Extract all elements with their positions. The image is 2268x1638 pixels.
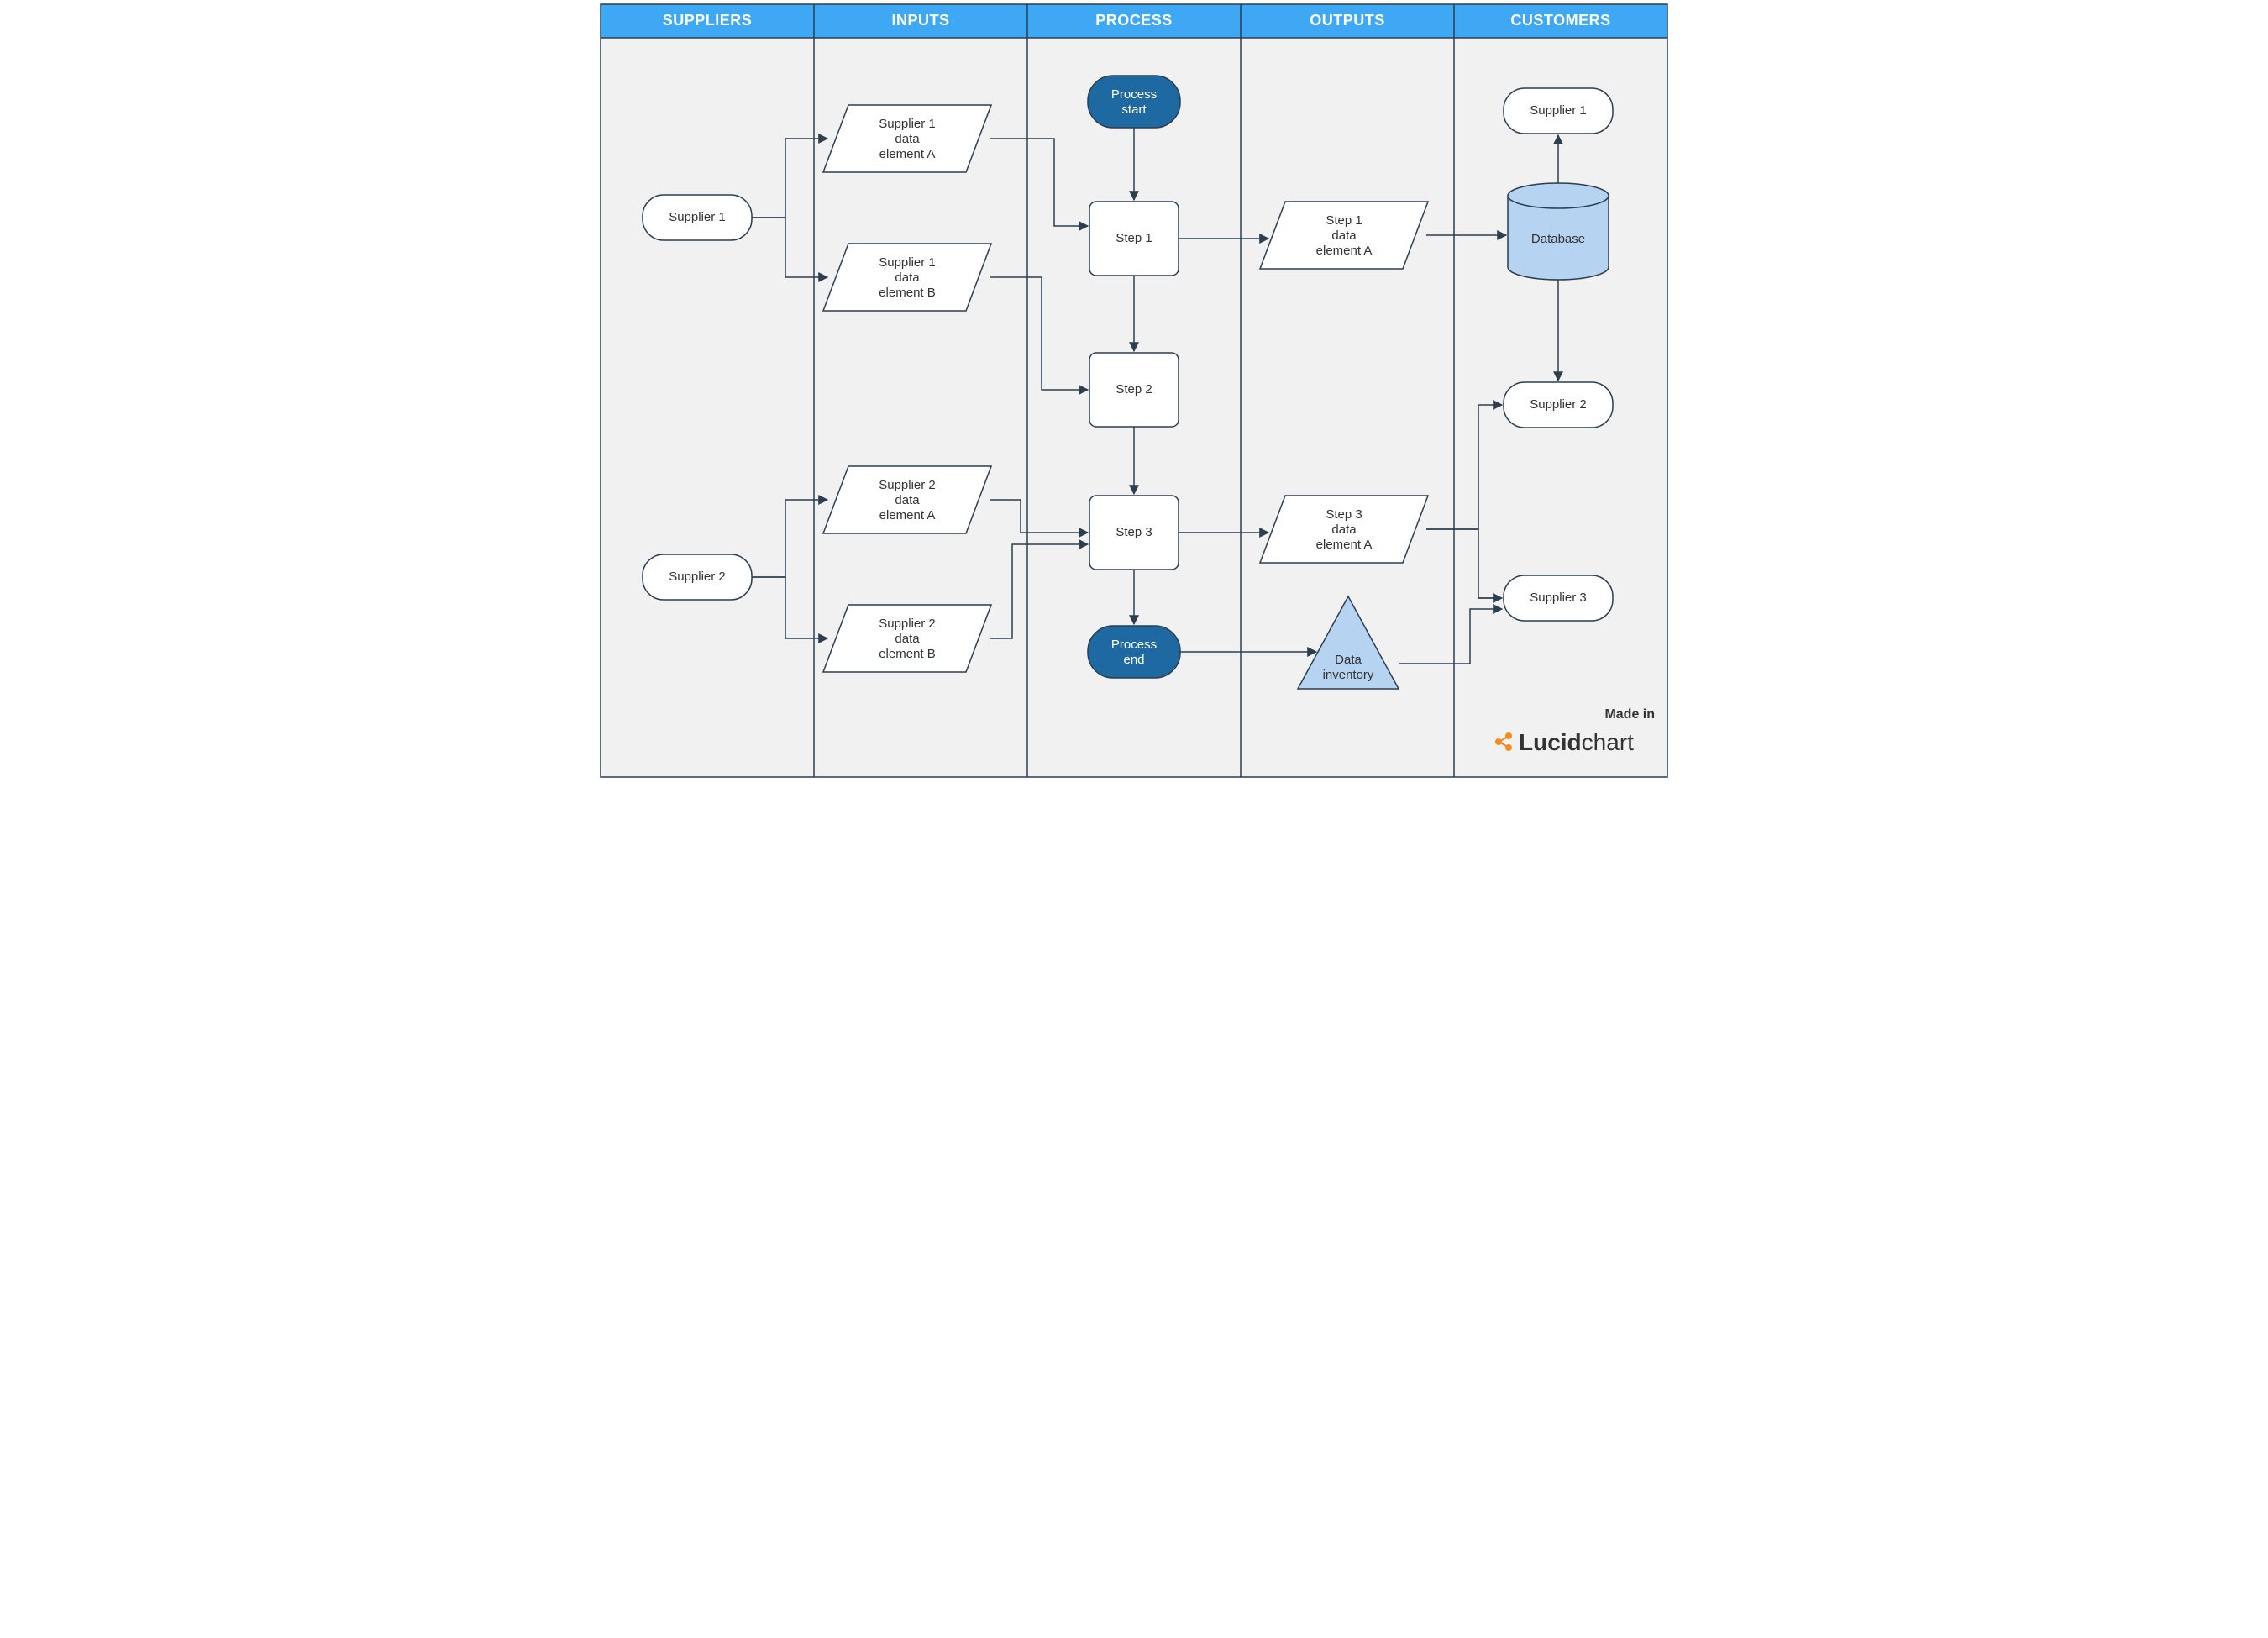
- svg-text:Database: Database: [1531, 232, 1585, 246]
- svg-text:Supplier 1: Supplier 1: [879, 117, 936, 131]
- svg-text:element A: element A: [1316, 244, 1373, 258]
- svg-text:inventory: inventory: [1323, 668, 1374, 682]
- svg-text:element A: element A: [1316, 538, 1373, 552]
- svg-text:data: data: [895, 493, 920, 507]
- svg-text:Supplier 3: Supplier 3: [1530, 591, 1587, 605]
- svg-text:start: start: [1121, 102, 1147, 117]
- svg-text:Data: Data: [1335, 653, 1362, 667]
- node-database: Database: [1508, 183, 1609, 280]
- svg-text:Process: Process: [1111, 638, 1157, 652]
- svg-text:Lucidchart: Lucidchart: [1519, 729, 1634, 755]
- svg-text:end: end: [1123, 653, 1144, 667]
- svg-text:element A: element A: [879, 147, 936, 161]
- col-header-suppliers: SUPPLIERS: [663, 12, 753, 29]
- svg-text:Step 3: Step 3: [1326, 507, 1362, 522]
- svg-text:Supplier 1: Supplier 1: [879, 255, 936, 270]
- svg-text:data: data: [895, 270, 920, 285]
- svg-text:data: data: [1331, 522, 1357, 537]
- sipoc-diagram: SUPPLIERS INPUTS PROCESS OUTPUTS CUSTOME…: [596, 0, 1672, 781]
- svg-text:element B: element B: [879, 647, 936, 661]
- svg-text:Supplier 2: Supplier 2: [879, 617, 936, 631]
- col-header-process: PROCESS: [1095, 12, 1173, 29]
- svg-text:element B: element B: [879, 286, 936, 300]
- svg-text:Supplier 2: Supplier 2: [879, 478, 936, 492]
- svg-text:Supplier 1: Supplier 1: [1530, 103, 1587, 118]
- col-header-customers: CUSTOMERS: [1510, 12, 1610, 29]
- svg-text:Step 2: Step 2: [1116, 382, 1152, 396]
- svg-text:data: data: [895, 632, 920, 646]
- svg-text:data: data: [1331, 228, 1357, 243]
- col-header-inputs: INPUTS: [891, 12, 949, 29]
- label-supplier-2: Supplier 2: [669, 570, 726, 584]
- svg-text:Supplier 2: Supplier 2: [1530, 397, 1587, 412]
- svg-text:element A: element A: [879, 508, 936, 522]
- svg-text:data: data: [895, 132, 920, 146]
- col-header-outputs: OUTPUTS: [1310, 12, 1385, 29]
- svg-text:Step 3: Step 3: [1116, 525, 1152, 539]
- svg-text:Step 1: Step 1: [1116, 231, 1152, 245]
- svg-text:Made in: Made in: [1604, 707, 1655, 722]
- label-supplier-1: Supplier 1: [669, 210, 726, 224]
- svg-text:Process: Process: [1111, 87, 1157, 102]
- svg-text:Step 1: Step 1: [1326, 213, 1362, 228]
